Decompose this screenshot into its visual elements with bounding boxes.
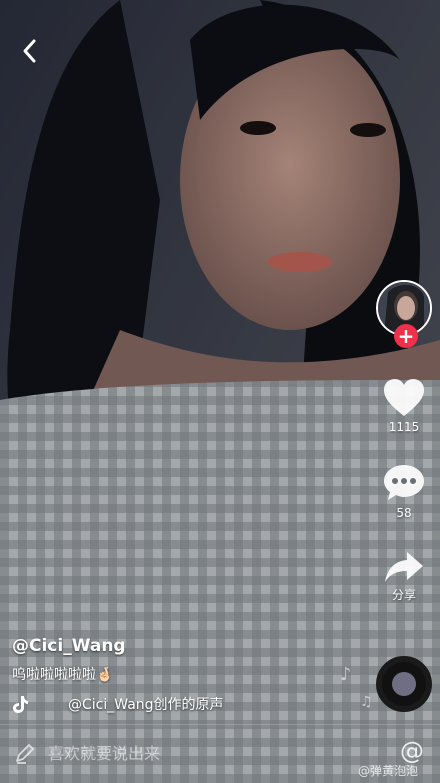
comment-bubble-icon xyxy=(384,465,424,500)
pen-icon xyxy=(16,744,34,764)
watermark: @弹黄泡泡 xyxy=(358,764,419,778)
share-button[interactable]: 分享 xyxy=(374,550,434,603)
tiktok-note-icon xyxy=(13,696,28,713)
crossed-fingers-emoji: 🤞🏻 xyxy=(96,667,114,683)
heart-icon xyxy=(384,379,424,416)
share-label: 分享 xyxy=(391,588,416,602)
plus-icon: + xyxy=(397,324,415,348)
music-row[interactable]: @Cici_Wang创作的原声 xyxy=(12,692,224,716)
mention-button[interactable]: @ xyxy=(400,737,424,765)
video-description: 呜啦啦啦啦啦🤞🏻 xyxy=(12,664,342,684)
music-note-small-icon: ♫ xyxy=(360,694,373,710)
comment-count: 58 xyxy=(396,506,412,520)
follow-button[interactable]: + xyxy=(394,324,418,348)
like-button[interactable]: 1115 xyxy=(374,378,434,434)
music-note-icon: ♪ xyxy=(340,664,352,685)
music-title: @Cici_Wang创作的原声 xyxy=(68,697,224,713)
share-arrow-icon xyxy=(385,552,423,582)
back-button[interactable] xyxy=(16,36,46,66)
back-arrow-icon xyxy=(23,39,36,63)
like-count: 1115 xyxy=(388,420,420,434)
video-caption: @Cici_Wang 呜啦啦啦啦啦🤞🏻 xyxy=(12,636,342,684)
author-name[interactable]: @Cici_Wang xyxy=(12,636,342,656)
author-avatar-button[interactable]: + xyxy=(376,280,434,350)
description-text: 呜啦啦啦啦啦 xyxy=(12,667,96,683)
comment-button[interactable]: 58 xyxy=(374,462,434,520)
music-disc-button[interactable] xyxy=(376,656,432,712)
disc-cover xyxy=(392,672,416,696)
comment-input[interactable] xyxy=(48,738,348,768)
